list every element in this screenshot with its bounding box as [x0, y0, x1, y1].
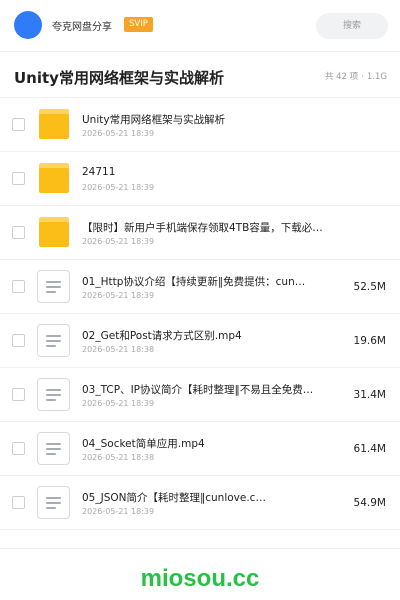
folder-icon	[39, 109, 69, 139]
item-name: Unity常用网络框架与实战解析	[82, 114, 226, 126]
item-size: 54.9M	[353, 497, 386, 509]
item-date: 2026-05-21 18:39	[82, 183, 155, 192]
item-name: 24711	[82, 166, 116, 178]
item-size: 52.5M	[353, 281, 386, 293]
list-item[interactable]: 03_TCP、IP协议简介【耗时整理‖不易且全免费… 2026-05-21 18…	[0, 368, 400, 422]
item-name: 05_JSON简介【耗时整理‖cunlove.c…	[82, 492, 266, 504]
item-date: 2026-05-21 18:39	[82, 291, 155, 300]
document-icon	[37, 378, 70, 411]
avatar[interactable]	[14, 11, 42, 39]
item-size: 31.4M	[353, 389, 386, 401]
select-checkbox[interactable]	[12, 226, 25, 239]
sharer-name: 夸克网盘分享	[52, 22, 112, 33]
item-name: 01_Http协议介绍【持续更新‖免费提供：cun…	[82, 276, 306, 288]
list-item[interactable]: 【限时】新用户手机端保存领取4TB容量，下载必看！… 2026-05-21 18…	[0, 206, 400, 260]
item-date: 2026-05-21 18:38	[82, 453, 155, 462]
select-checkbox[interactable]	[12, 334, 25, 347]
document-icon	[37, 270, 70, 303]
document-icon	[37, 486, 70, 519]
site-watermark: miosou.cc	[140, 565, 260, 592]
document-icon	[37, 432, 70, 465]
select-checkbox[interactable]	[12, 496, 25, 509]
item-size: 61.4M	[353, 443, 386, 455]
item-date: 2026-05-21 18:39	[82, 237, 155, 246]
select-checkbox[interactable]	[12, 118, 25, 131]
item-date: 2026-05-21 18:39	[82, 507, 155, 516]
list-item[interactable]: 01_Http协议介绍【持续更新‖免费提供：cun… 2026-05-21 18…	[0, 260, 400, 314]
select-checkbox[interactable]	[12, 388, 25, 401]
footer: miosou.cc	[0, 548, 400, 600]
select-checkbox[interactable]	[12, 280, 25, 293]
svip-badge: SVIP	[124, 17, 153, 32]
select-checkbox[interactable]	[12, 442, 25, 455]
search-button[interactable]: 搜索	[316, 13, 388, 39]
item-name: 02_Get和Post请求方式区别.mp4	[82, 330, 242, 342]
item-date: 2026-05-21 18:38	[82, 345, 155, 354]
file-list: Unity常用网络框架与实战解析 2026-05-21 18:39 24711 …	[0, 98, 400, 530]
folder-icon	[39, 163, 69, 193]
list-item[interactable]: 02_Get和Post请求方式区别.mp4 2026-05-21 18:38 1…	[0, 314, 400, 368]
page-title: Unity常用网络框架与实战解析	[14, 69, 224, 87]
list-item[interactable]: 05_JSON简介【耗时整理‖cunlove.c… 2026-05-21 18:…	[0, 476, 400, 530]
document-icon	[37, 324, 70, 357]
total-size: 1.1G	[366, 72, 387, 82]
folder-meta: 共 42 项 · 1.1G	[325, 70, 387, 82]
item-count: 共 42 项	[324, 72, 359, 82]
item-date: 2026-05-21 18:39	[82, 399, 155, 408]
item-name: 【限时】新用户手机端保存领取4TB容量，下载必看！…	[82, 222, 332, 234]
meta-separator: ·	[361, 72, 364, 82]
folder-icon	[39, 217, 69, 247]
top-bar: 夸克网盘分享 SVIP 搜索	[0, 0, 400, 52]
list-item[interactable]: 04_Socket简单应用.mp4 2026-05-21 18:38 61.4M	[0, 422, 400, 476]
select-checkbox[interactable]	[12, 172, 25, 185]
list-item[interactable]: 24711 2026-05-21 18:39	[0, 152, 400, 206]
folder-header: Unity常用网络框架与实战解析 共 42 项 · 1.1G	[0, 52, 400, 98]
list-item[interactable]: Unity常用网络框架与实战解析 2026-05-21 18:39	[0, 98, 400, 152]
item-date: 2026-05-21 18:39	[82, 129, 155, 138]
item-name: 04_Socket简单应用.mp4	[82, 438, 205, 450]
item-name: 03_TCP、IP协议简介【耗时整理‖不易且全免费…	[82, 384, 314, 396]
item-size: 19.6M	[353, 335, 386, 347]
